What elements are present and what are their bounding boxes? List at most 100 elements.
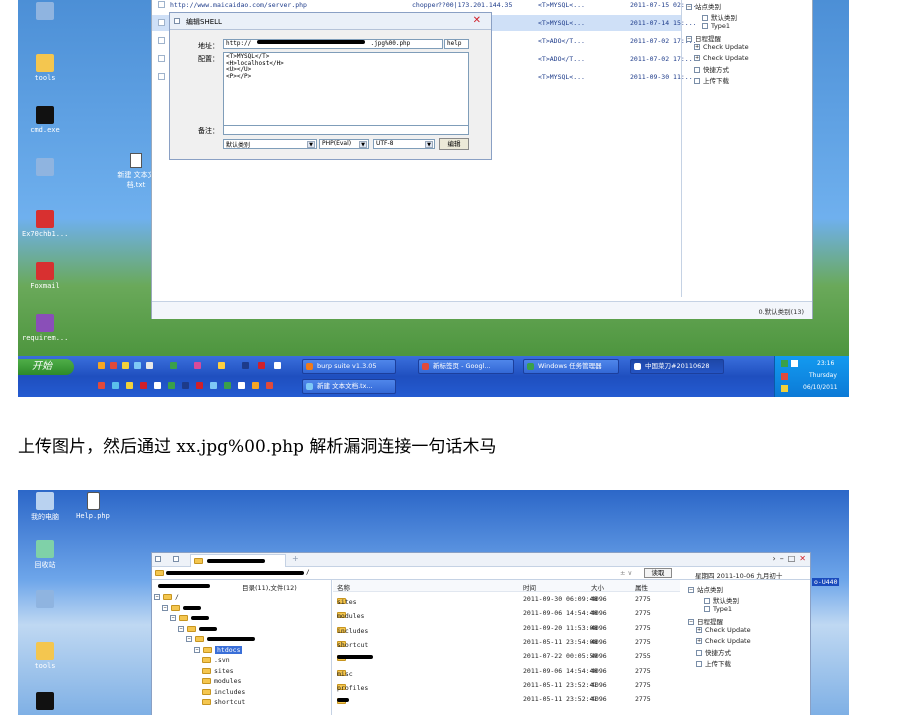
dir-node[interactable]: modules [202,677,241,687]
file-row[interactable]: includes 2011-09-20 11:53:08 4096 2775 [333,621,680,635]
tree-node[interactable]: + Check Update [688,637,808,648]
expand-icon[interactable]: + [694,44,700,50]
tree-node[interactable]: 快捷方式 [686,64,806,75]
dir-node[interactable]: .svn [202,656,230,666]
tray-icon[interactable] [791,360,798,367]
file-row[interactable]: 2011-05-11 23:52:41 4096 2775 [333,692,680,706]
desktop-icon[interactable]: Foxmail [22,262,68,290]
node-icon[interactable] [702,14,708,21]
quick-launch-icon[interactable] [112,382,119,389]
file-row[interactable]: shortcut 2011-05-11 23:54:08 4096 2775 [333,635,680,649]
desktop-icon[interactable]: 回收站 [22,540,68,570]
tree-node[interactable]: Type1 [686,22,806,33]
desktop-icon[interactable] [22,2,68,22]
tree-node[interactable]: 上传下载 [686,75,806,86]
help-field[interactable]: help [444,39,469,49]
quick-launch-icon[interactable] [170,362,177,369]
quick-launch-icon[interactable] [252,382,259,389]
column-attr[interactable]: 属性 [635,582,648,592]
tab-icon[interactable] [173,556,179,562]
quick-launch-icon[interactable] [238,382,245,389]
expand-icon[interactable]: + [696,627,702,633]
tab-icon[interactable] [155,556,161,562]
dir-node[interactable]: − htdocs [194,645,243,656]
collapse-icon[interactable]: − [170,615,176,621]
edit-button[interactable]: 编辑 [439,138,469,150]
dir-node[interactable]: − [178,625,217,635]
dir-node[interactable]: sites [202,667,234,677]
quick-launch-icon[interactable] [146,362,153,369]
dir-node[interactable]: − [162,604,201,614]
desktop-icon[interactable]: requirem... [22,314,68,342]
dir-node[interactable]: − / [154,593,179,603]
quick-launch-icon[interactable] [242,362,249,369]
maximize-icon[interactable]: □ [788,554,796,563]
collapse-icon[interactable]: − [194,646,200,653]
row-checkbox[interactable] [158,19,165,26]
taskbar-button[interactable]: Windows 任务管理器 [523,359,619,374]
node-icon[interactable] [704,597,710,604]
quick-launch-icon[interactable] [274,362,281,369]
tree-node[interactable]: − 站点类别 [686,1,806,12]
quick-launch-icon[interactable] [126,382,133,389]
desktop-icon[interactable]: cmd.exe [22,106,68,134]
node-icon[interactable] [704,606,710,612]
new-tab-button[interactable]: + [292,554,299,563]
tree-node[interactable]: − 站点类别 [688,584,808,595]
tree-node[interactable]: − 日程提醒 [688,616,808,627]
path-dropdown[interactable]: ± ∨ [620,569,632,577]
dir-node[interactable]: − [170,614,209,624]
quick-launch-icon[interactable] [224,382,231,389]
collapse-icon[interactable]: − [162,604,168,611]
dir-node[interactable]: − [186,635,255,645]
collapse-icon[interactable]: − [186,636,192,642]
file-row[interactable]: profiles 2011-05-11 23:52:41 4096 2775 [333,678,680,692]
dir-node[interactable]: shortcut [202,698,245,708]
row-checkbox[interactable] [158,37,165,44]
quick-launch-icon[interactable] [140,382,147,389]
tree-node[interactable]: 上传下载 [688,658,808,669]
quick-launch-icon[interactable] [196,382,203,389]
close-icon[interactable]: ✕ [473,15,481,26]
tray-icon[interactable] [781,385,788,392]
quick-launch-icon[interactable] [258,362,265,369]
node-icon[interactable] [702,23,708,29]
tree-node[interactable]: 默认类别 [686,12,806,23]
tree-node[interactable]: − 日程提醒 [686,33,806,44]
desktop-icon[interactable] [22,590,68,610]
read-button[interactable]: 读取 [644,568,672,578]
row-checkbox[interactable] [158,55,165,62]
quick-launch-icon[interactable] [98,362,105,369]
tray-icon[interactable] [781,360,788,367]
taskbar-button[interactable]: burp suite v1.3.05 [302,359,396,374]
type-select[interactable]: PHP(Eval) ▼ [319,139,369,149]
quick-launch-icon[interactable] [122,362,129,369]
forward-icon[interactable]: › [773,554,776,563]
path-input[interactable]: / [166,568,616,578]
desktop-icon[interactable]: Ex70chb1... [22,210,68,238]
file-row[interactable]: sites 2011-09-30 06:09:48 4096 2775 [333,592,680,606]
taskbar-button[interactable]: 中国菜刀#20110628 [630,359,724,374]
address-input[interactable]: http:// .jpg%00.php [223,39,443,49]
tree-node[interactable]: 快捷方式 [688,647,808,658]
collapse-icon[interactable]: − [688,587,694,593]
collapse-icon[interactable]: − [686,4,692,10]
quick-launch-icon[interactable] [210,382,217,389]
minimize-icon[interactable]: – [780,554,784,563]
file-row[interactable]: modules 2011-09-06 14:54:40 4096 2775 [333,606,680,620]
tree-node[interactable]: + Check Update [686,54,806,65]
desktop-icon[interactable] [22,158,68,178]
category-select[interactable]: 默认类别 ▼ [223,139,317,149]
quick-launch-icon[interactable] [98,382,105,389]
quick-launch-icon[interactable] [218,362,225,369]
tree-node[interactable]: 默认类别 [688,595,808,606]
taskbar-button[interactable]: 新建 文本文档.tx... [302,379,396,394]
row-checkbox[interactable] [158,1,165,8]
node-icon[interactable] [694,67,700,73]
quick-launch-icon[interactable] [266,382,273,389]
file-row[interactable]: 2011-07-22 00:05:59 4096 2755 [333,649,680,663]
tree-node[interactable]: + Check Update [688,626,808,637]
node-icon[interactable] [696,650,702,656]
expand-icon[interactable]: + [696,637,702,644]
close-icon[interactable]: ✕ [799,554,806,563]
